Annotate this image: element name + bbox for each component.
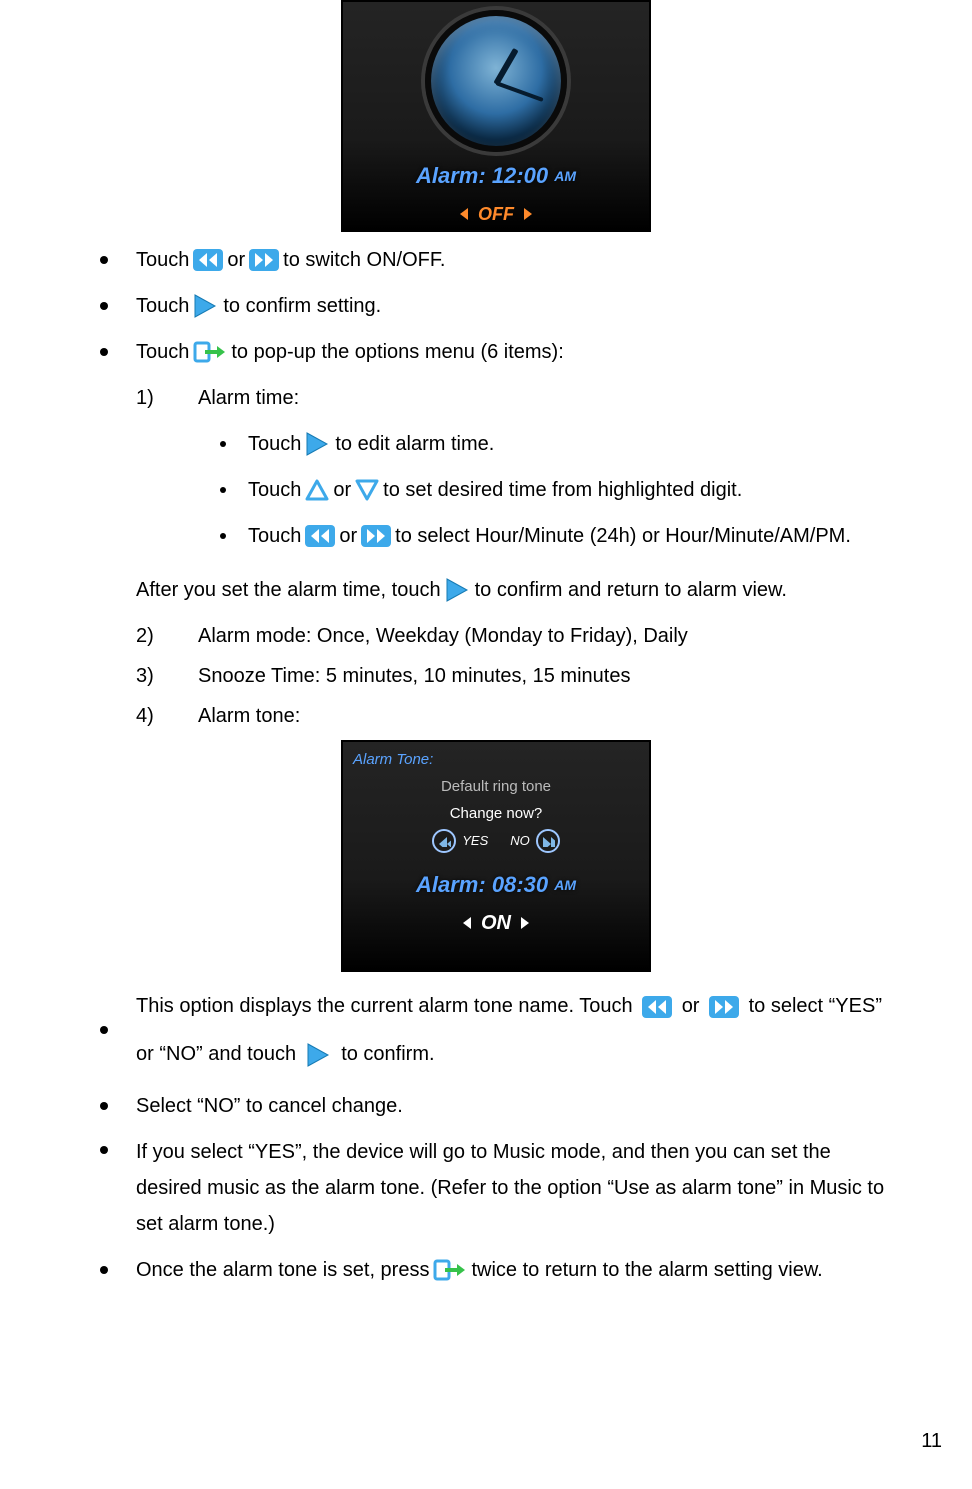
alarm-screenshot-off: Alarm: 12:00 AM OFF [341, 0, 651, 232]
instruction-select-yes: If you select “YES”, the device will go … [100, 1134, 892, 1242]
page-number: 11 [921, 1423, 942, 1459]
double-rewind-icon [193, 249, 223, 271]
alarm-state-row-2: ON [343, 905, 649, 941]
double-rewind-icon [642, 996, 672, 1018]
instruction-select-no: Select “NO” to cancel change. [100, 1088, 892, 1124]
alarm-state-row: OFF [343, 198, 649, 230]
play-icon [193, 293, 219, 319]
left-arrow-icon [463, 917, 471, 929]
play-icon [306, 1042, 332, 1068]
exit-icon [433, 1257, 467, 1283]
sub-select-hour-minute: Touch or to select Hour/Minute (24h) or … [220, 518, 892, 554]
instruction-return: Once the alarm tone is set, press twice … [100, 1252, 892, 1288]
clock-face-icon [425, 10, 567, 152]
double-rewind-icon [305, 525, 335, 547]
double-forward-icon [249, 249, 279, 271]
instruction-select-yes-no: This option displays the current alarm t… [100, 982, 892, 1078]
right-arrow-icon [521, 917, 529, 929]
exit-icon [193, 339, 227, 365]
alarm-tone-screenshot: Alarm Tone: Default ring tone Change now… [341, 740, 651, 972]
yes-option: YES [432, 829, 488, 853]
alarm-state-text: OFF [478, 198, 514, 230]
play-icon [445, 577, 471, 603]
change-question: Change now? [353, 800, 639, 827]
alarm-time-label: Alarm: 12:00 AM [343, 156, 649, 196]
sub-set-time-digits: Touch or to set desired time from highli… [220, 472, 892, 508]
triangle-up-icon [305, 479, 329, 501]
double-forward-icon [709, 996, 739, 1018]
no-option: NO [510, 829, 560, 853]
alarm-time-label-2: Alarm: 08:30 AM [343, 865, 649, 905]
option-snooze-time: 3) Snooze Time: 5 minutes, 10 minutes, 1… [136, 658, 892, 694]
dialog-title: Alarm Tone: [353, 746, 639, 773]
double-forward-icon [361, 525, 391, 547]
after-set-note: After you set the alarm time, touch to c… [136, 572, 892, 608]
current-ringtone: Default ring tone [353, 773, 639, 800]
play-icon [305, 431, 331, 457]
instruction-options-menu: Touch to pop-up the options menu (6 item… [100, 334, 892, 370]
option-alarm-mode: 2) Alarm mode: Once, Weekday (Monday to … [136, 618, 892, 654]
left-arrow-icon [460, 208, 468, 220]
right-arrow-icon [524, 208, 532, 220]
instruction-switch-onoff: Touch or to switch ON/OFF. [100, 242, 892, 278]
option-alarm-time: 1) Alarm time: [136, 380, 892, 416]
triangle-down-icon [355, 479, 379, 501]
option-alarm-tone: 4) Alarm tone: [136, 698, 892, 734]
instruction-confirm: Touch to confirm setting. [100, 288, 892, 324]
sub-edit-alarm-time: Touch to edit alarm time. [220, 426, 892, 462]
